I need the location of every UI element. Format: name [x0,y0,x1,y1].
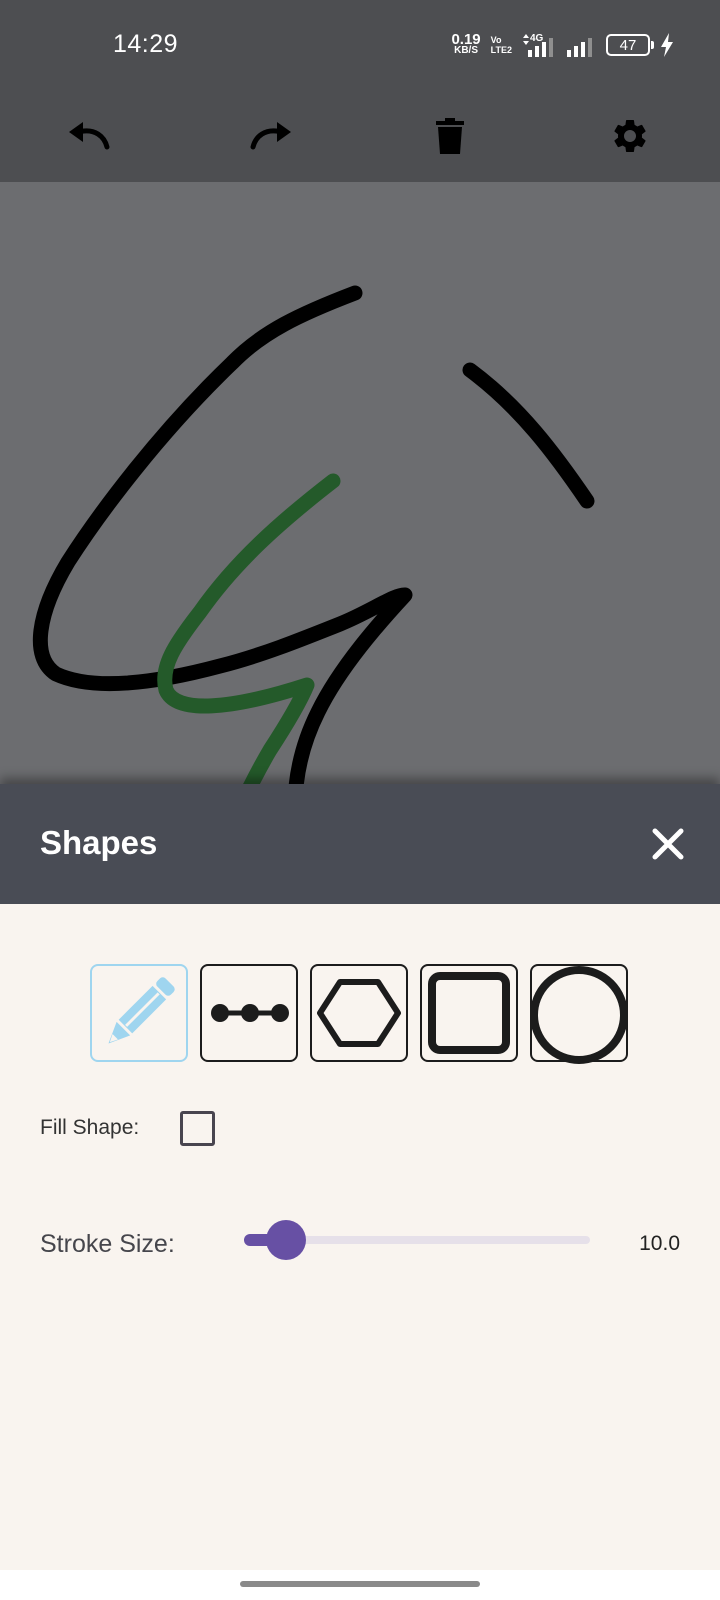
fill-shape-checkbox[interactable] [180,1111,215,1146]
signal-4g-icon: 4G [523,33,553,57]
shapes-sheet: Shapes Fill Shape: Stroke Size: 10.0 [0,784,720,1570]
stroke-size-label: Stroke Size: [40,1230,175,1258]
home-indicator[interactable] [240,1581,480,1587]
shape-pencil-button[interactable] [90,964,188,1062]
trash-icon [436,118,464,154]
status-time: 14:29 [113,30,179,58]
stroke-size-slider[interactable] [244,1214,590,1266]
navigation-bar [0,1570,720,1600]
pencil-icon [108,977,175,1044]
line-icon [211,1004,289,1022]
square-icon [428,972,510,1054]
close-button[interactable] [644,820,692,868]
fill-shape-label: Fill Shape: [40,1116,140,1139]
gear-icon [614,119,646,152]
undo-icon [69,122,110,150]
status-indicators: 0.19 KB/S Vo LTE2 4G 47 [451,30,674,60]
close-icon [652,828,684,860]
shape-circle-button[interactable] [530,964,628,1064]
stroke-size-value: 10.0 [639,1232,680,1255]
circle-icon [530,966,628,1064]
redo-icon [250,122,291,150]
network-speed-unit: KB/S [454,45,478,56]
shape-hexagon-button[interactable] [310,964,408,1062]
signal-icon [567,38,592,57]
battery-level: 47 [619,36,637,54]
volte-top: Vo [490,35,502,45]
status-bar: 14:29 0.19 KB/S Vo LTE2 4G 47 [0,0,720,90]
drawing-canvas[interactable] [0,182,720,784]
redo-button[interactable] [242,108,298,164]
canvas-drawing [32,285,595,784]
screen: 14:29 0.19 KB/S Vo LTE2 4G 47 Shapes Fil… [0,0,720,1600]
sheet-header: Shapes [0,784,720,904]
canvas-stroke [462,362,595,509]
shape-square-button[interactable] [420,964,518,1062]
shape-selector [90,964,628,1064]
network-type-label: 4G [530,33,544,44]
undo-button[interactable] [62,108,118,164]
charging-bolt-icon [661,33,673,57]
network-speed: 0.19 KB/S [451,31,481,56]
hexagon-icon [317,979,401,1047]
volte-bottom: LTE2 [490,45,512,55]
network-speed-value: 0.19 [451,31,481,48]
volte-indicator: Vo LTE2 [491,35,512,55]
settings-button[interactable] [602,108,658,164]
shape-line-button[interactable] [200,964,298,1062]
battery-indicator: 47 [606,34,654,56]
slider-thumb[interactable] [266,1220,306,1260]
sheet-title: Shapes [40,824,158,861]
delete-button[interactable] [422,108,478,164]
top-toolbar [0,90,720,182]
